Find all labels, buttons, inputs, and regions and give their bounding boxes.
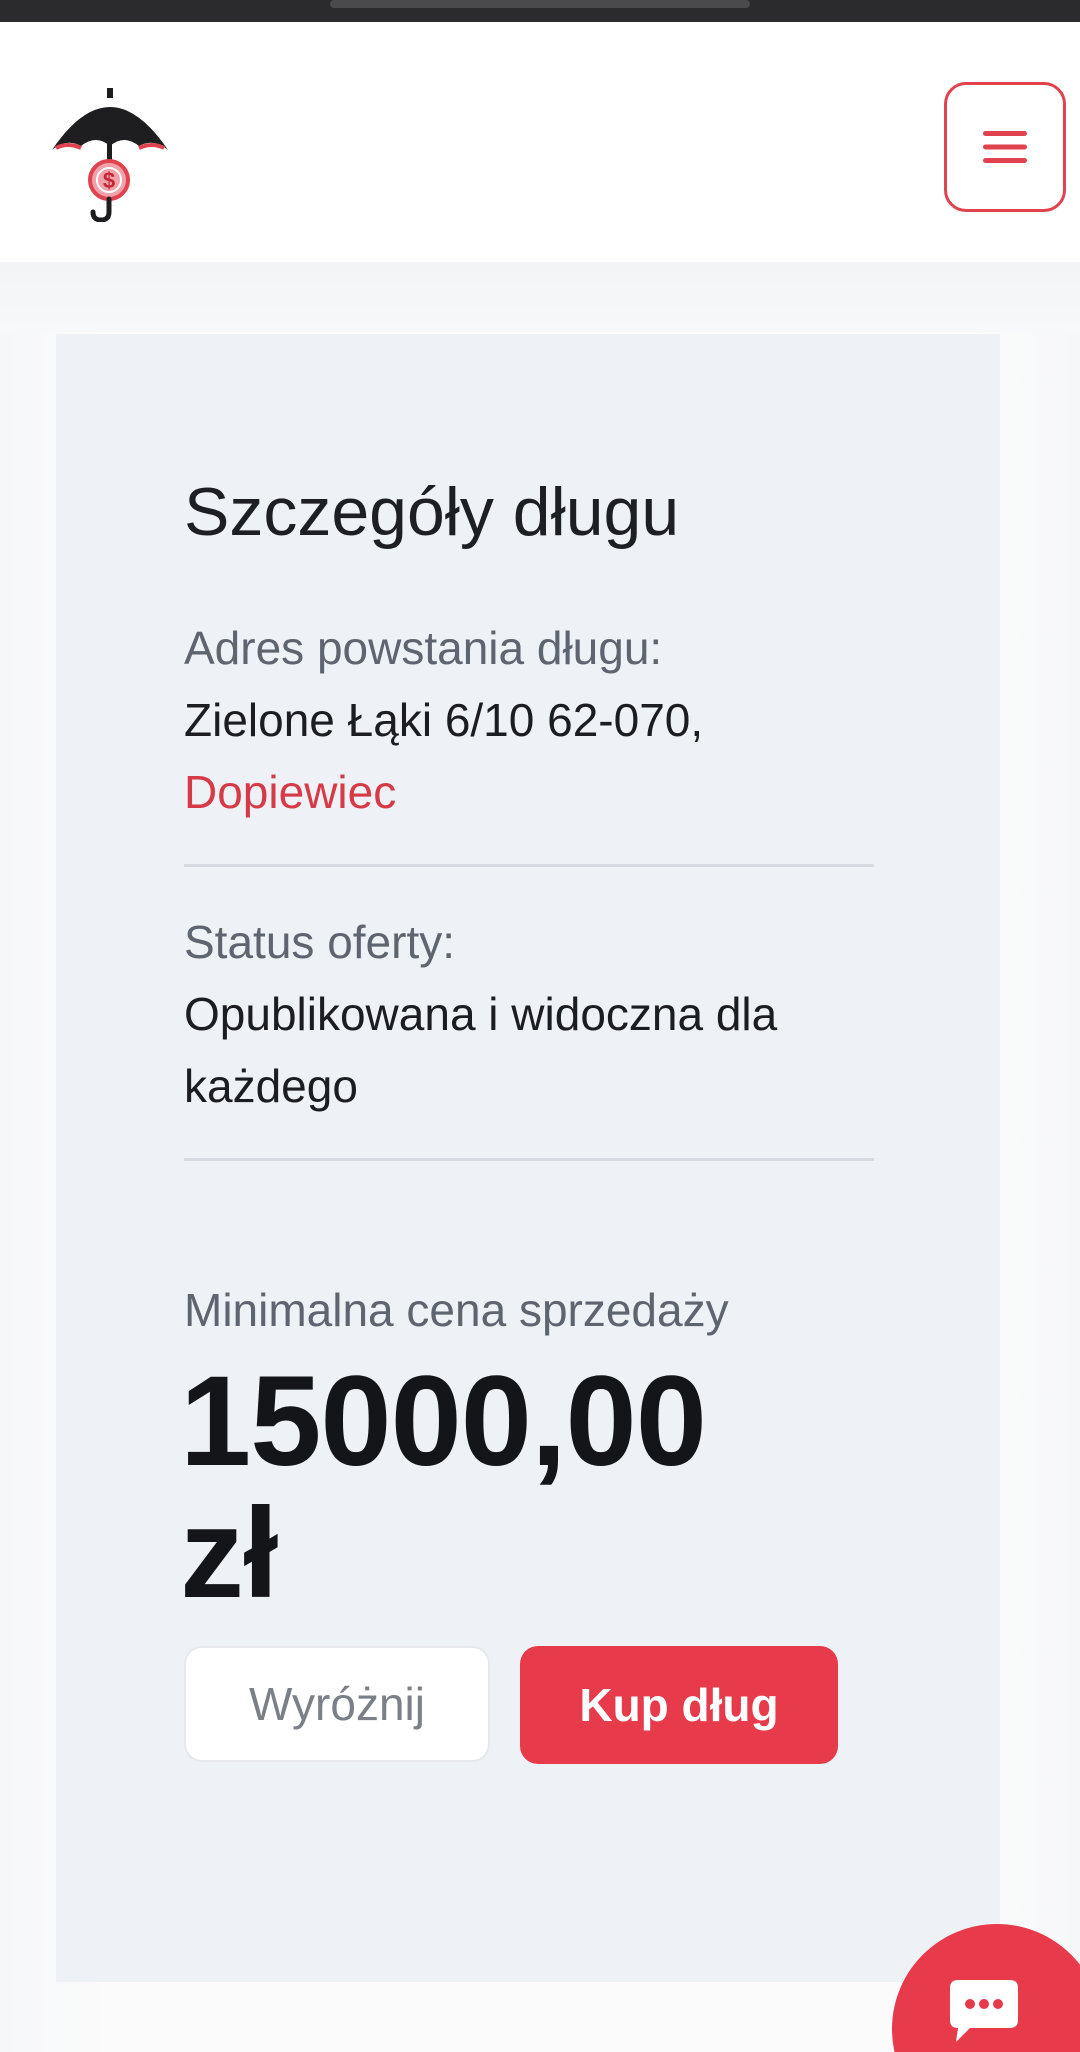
min-price-label: Minimalna cena sprzedaży <box>184 1284 729 1336</box>
umbrella-dollar-logo-icon[interactable]: $ <box>48 72 172 223</box>
page-title: Szczegóły długu <box>184 474 680 550</box>
address-label: Adres powstania długu: <box>184 622 663 674</box>
buy-debt-button[interactable]: Kup dług <box>520 1646 838 1764</box>
chat-button[interactable] <box>890 1918 1080 2052</box>
divider <box>184 864 874 867</box>
divider <box>184 1158 874 1161</box>
price-currency: zł <box>180 1482 279 1625</box>
address-street: Zielone Łąki 6/10 62-070, <box>184 694 704 746</box>
site-header: $ <box>0 22 1080 262</box>
address-value: Zielone Łąki 6/10 62-070, Dopiewiec <box>184 684 884 828</box>
svg-text:$: $ <box>103 168 115 193</box>
header-shadow-band <box>0 262 1080 332</box>
browser-status-strip <box>0 0 1080 22</box>
hamburger-menu-icon <box>983 131 1027 163</box>
status-value: Opublikowana i widoczna dla każdego <box>184 988 778 1112</box>
address-city-link[interactable]: Dopiewiec <box>184 756 884 828</box>
price-amount: 15000,00 <box>180 1350 707 1493</box>
menu-button[interactable] <box>944 82 1066 212</box>
min-price-value: 15000,00 zł <box>180 1350 707 1625</box>
url-bar-remnant <box>330 0 750 8</box>
chat-bubble-icon <box>950 1980 1018 2042</box>
logo-graphic: $ <box>52 88 168 223</box>
highlight-button[interactable]: Wyróżnij <box>184 1646 490 1762</box>
debt-details-card: Szczegóły długu Adres powstania długu: Z… <box>56 334 1000 1982</box>
status-label: Status oferty: <box>184 916 456 968</box>
